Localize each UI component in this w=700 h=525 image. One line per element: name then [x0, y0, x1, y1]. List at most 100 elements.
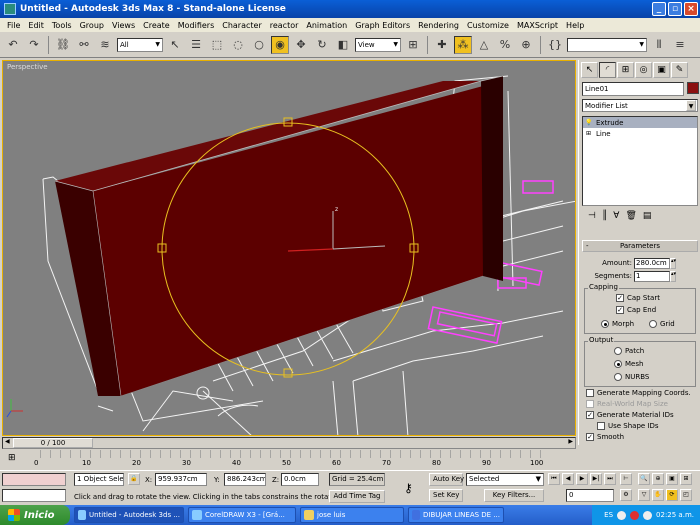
previous-frame-icon[interactable]: ◀	[562, 473, 574, 485]
maxscript-mini-listener[interactable]	[2, 489, 66, 502]
generate-mapping-coords-checkbox[interactable]: Generate Mapping Coords.	[586, 389, 691, 397]
key-mode-toggle-icon[interactable]: ⊢	[620, 473, 632, 485]
parameters-rollout-header[interactable]: - Parameters	[582, 240, 698, 252]
menu-tools[interactable]: Tools	[48, 21, 76, 30]
undo-icon[interactable]: ↶	[4, 36, 22, 54]
unlink-icon[interactable]: ⚯	[75, 36, 93, 54]
nurbs-radio[interactable]: NURBS	[614, 373, 649, 381]
select-object-icon[interactable]: ↖	[166, 36, 184, 54]
zoom-extents-icon[interactable]: ▣	[666, 473, 678, 485]
modify-tab-icon[interactable]: ◜	[599, 62, 616, 78]
pan-icon[interactable]: ✋	[652, 489, 664, 501]
selection-center-icon[interactable]: ◉	[271, 35, 289, 54]
menu-rendering[interactable]: Rendering	[414, 21, 463, 30]
prev-frame-icon[interactable]: ◀	[5, 438, 10, 445]
select-and-scale-icon[interactable]: ◧	[334, 36, 352, 54]
key-filters-button[interactable]: Key Filters...	[484, 489, 544, 502]
antivirus-icon[interactable]	[630, 510, 640, 520]
menu-group[interactable]: Group	[76, 21, 108, 30]
next-frame-icon[interactable]: ▶	[568, 438, 573, 445]
menu-create[interactable]: Create	[139, 21, 174, 30]
go-to-end-icon[interactable]: ⏭	[604, 473, 616, 485]
stack-item-line[interactable]: ⊞ Line	[583, 128, 697, 139]
menu-customize[interactable]: Customize	[463, 21, 513, 30]
expand-plus-icon[interactable]: ⊞	[585, 130, 592, 137]
menu-animation[interactable]: Animation	[302, 21, 351, 30]
mini-curve-editor-icon[interactable]: ⊞	[8, 453, 16, 463]
pivot-center-icon[interactable]: ⊞	[404, 36, 422, 54]
reference-coordinate-dropdown[interactable]: View ▼	[355, 37, 401, 52]
mirror-icon[interactable]: ⫴	[650, 36, 668, 54]
taskbar-item-coreldraw[interactable]: CorelDRAW X3 - [Grá...	[188, 507, 296, 523]
align-icon[interactable]: ≡	[671, 36, 689, 54]
show-end-result-icon[interactable]: ║	[602, 211, 607, 221]
key-mode-dropdown[interactable]: Selected ▼	[466, 473, 544, 486]
menu-views[interactable]: Views	[108, 21, 139, 30]
z-coordinate-field[interactable]: 0.0cm	[281, 473, 319, 486]
maxscript-listener-field[interactable]	[2, 473, 66, 486]
next-frame-icon[interactable]: ▶|	[590, 473, 602, 485]
amount-spinner[interactable]: 280.0cm	[634, 257, 670, 269]
start-button[interactable]: Inicio	[0, 505, 70, 525]
menu-edit[interactable]: Edit	[24, 21, 48, 30]
generate-material-ids-checkbox[interactable]: ✓ Generate Material IDs	[586, 411, 674, 419]
menu-modifiers[interactable]: Modifiers	[174, 21, 219, 30]
arc-rotate-icon[interactable]: ⟳	[666, 489, 678, 501]
cap-start-checkbox[interactable]: ✓ Cap Start	[616, 294, 660, 302]
time-slider[interactable]: ◀ 0 / 100 ▶	[2, 437, 576, 449]
pin-stack-icon[interactable]: ⊣	[588, 211, 596, 221]
create-tab-icon[interactable]: ↖	[581, 62, 598, 78]
maximize-viewport-icon[interactable]: ◰	[680, 489, 692, 501]
menu-reactor[interactable]: reactor	[266, 21, 303, 30]
tray-icon[interactable]	[617, 510, 627, 520]
auto-key-button[interactable]: Auto Key	[429, 473, 464, 486]
y-coordinate-field[interactable]: 886.243cm	[224, 473, 266, 486]
percent-snap-icon[interactable]: %	[496, 36, 514, 54]
real-world-map-size-checkbox[interactable]: Real-World Map Size	[586, 400, 668, 408]
object-color-swatch[interactable]	[687, 82, 699, 94]
circular-selection-icon[interactable]: ○	[250, 36, 268, 54]
make-unique-icon[interactable]: ∀	[613, 211, 619, 221]
taskbar-item-3dsmax[interactable]: Untitled - Autodesk 3ds ...	[74, 507, 184, 523]
set-key-button[interactable]: Set Key	[429, 489, 463, 502]
taskbar-item-folder[interactable]: jose luis	[300, 507, 404, 523]
amount-spinner-arrows[interactable]: ▴▾	[670, 257, 676, 269]
select-and-link-icon[interactable]: ⛓	[54, 36, 72, 54]
rectangular-selection-icon[interactable]: ⬚	[208, 36, 226, 54]
zoom-extents-all-icon[interactable]: ⊞	[680, 473, 692, 485]
x-coordinate-field[interactable]: 959.937cm	[155, 473, 207, 486]
language-indicator[interactable]: ES	[604, 511, 613, 519]
patch-radio[interactable]: Patch	[614, 347, 644, 355]
lock-selection-icon[interactable]: 🔒	[128, 473, 140, 485]
bind-space-warp-icon[interactable]: ≋	[96, 36, 114, 54]
stack-item-extrude[interactable]: 💡 Extrude	[583, 117, 697, 128]
time-slider-thumb[interactable]: 0 / 100	[13, 438, 93, 448]
select-and-move-icon[interactable]: ✥	[292, 36, 310, 54]
motion-tab-icon[interactable]: ◎	[635, 62, 652, 78]
volume-icon[interactable]	[643, 510, 653, 520]
utilities-tab-icon[interactable]: ✎	[671, 62, 688, 78]
set-key-mode-icon[interactable]: ⚷	[404, 481, 413, 495]
morph-radio[interactable]: Morph	[601, 320, 634, 328]
lightbulb-icon[interactable]: 💡	[585, 119, 592, 126]
segments-spinner-arrows[interactable]: ▴▾	[670, 270, 676, 282]
maximize-button[interactable]: ▫	[668, 2, 682, 16]
menu-file[interactable]: File	[3, 21, 24, 30]
select-by-name-icon[interactable]: ☰	[187, 36, 205, 54]
window-crossing-icon[interactable]: ◌	[229, 36, 247, 54]
display-tab-icon[interactable]: ▣	[653, 62, 670, 78]
angle-snap-icon[interactable]: △	[475, 36, 493, 54]
perspective-viewport[interactable]: z Perspective	[2, 60, 576, 436]
spinner-snap-icon[interactable]: ⊕	[517, 36, 535, 54]
menu-help[interactable]: Help	[562, 21, 588, 30]
object-name-field[interactable]: Line01	[582, 82, 684, 96]
mesh-radio[interactable]: Mesh	[614, 360, 643, 368]
zoom-all-icon[interactable]: ⊕	[652, 473, 664, 485]
minimize-button[interactable]: _	[652, 2, 666, 16]
use-shape-ids-checkbox[interactable]: Use Shape IDs	[597, 422, 659, 430]
go-to-start-icon[interactable]: ⏮	[548, 473, 560, 485]
field-of-view-icon[interactable]: ▽	[638, 489, 650, 501]
viewport-label[interactable]: Perspective	[7, 63, 48, 71]
grid-radio[interactable]: Grid	[649, 320, 675, 328]
taskbar-item-word[interactable]: DIBUJAR LINEAS DE ...	[408, 507, 504, 523]
